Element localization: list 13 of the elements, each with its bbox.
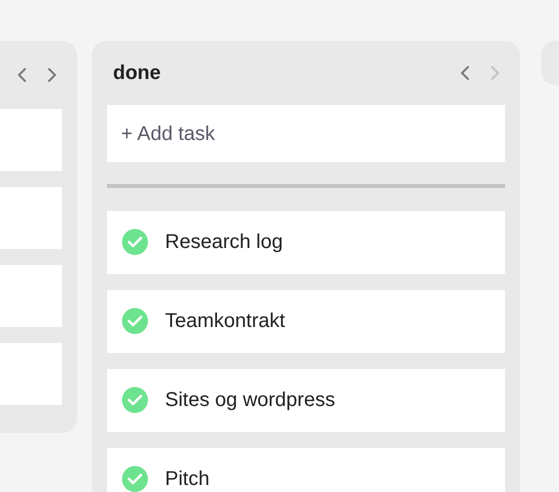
column-title: done xyxy=(113,61,161,86)
task-card[interactable]: Teamkontrakt xyxy=(107,290,505,353)
next-button[interactable] xyxy=(45,66,59,84)
previous-button[interactable] xyxy=(15,66,29,84)
task-title: Pitch xyxy=(165,467,210,492)
task-card[interactable]: Sites og wordpress xyxy=(107,368,505,432)
task-card[interactable]: Research log xyxy=(107,210,505,274)
previous-button[interactable] xyxy=(458,64,472,82)
task-title: Research log xyxy=(165,230,283,256)
task-card[interactable]: Pitch xyxy=(107,448,505,492)
add-task-button[interactable]: + Add task xyxy=(107,105,505,162)
task-title: Teamkontrakt xyxy=(165,309,286,334)
task-title: Sites og wordpress xyxy=(165,388,336,414)
